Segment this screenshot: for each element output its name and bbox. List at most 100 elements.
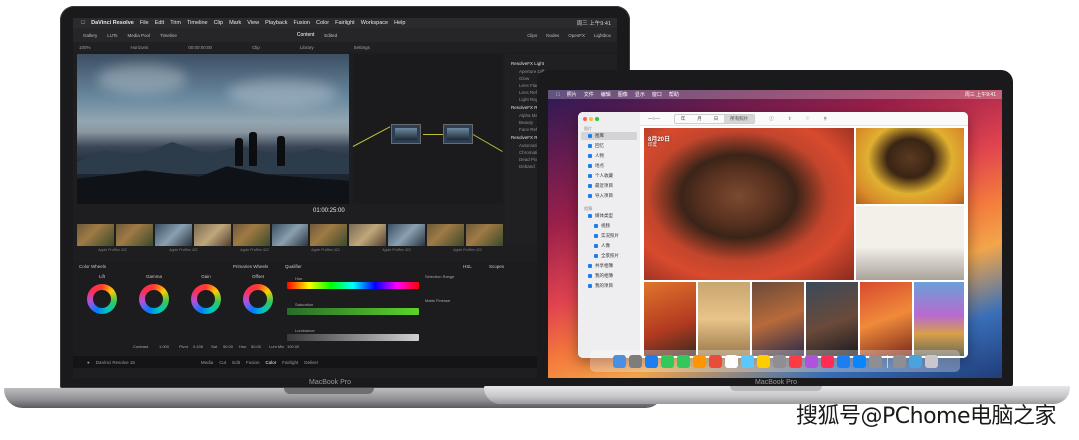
page-fairlight[interactable]: Fairlight xyxy=(282,360,298,365)
dock-app-icon[interactable] xyxy=(740,354,754,368)
clip-thumbnail[interactable] xyxy=(427,224,465,246)
dock-app-icon[interactable] xyxy=(804,354,818,368)
clip-thumbnail[interactable] xyxy=(271,224,309,246)
app-name[interactable]: DaVinci Resolve xyxy=(91,20,134,26)
page-deliver[interactable]: Deliver xyxy=(304,360,318,365)
sidebar-item-imports[interactable]: 导入项目 xyxy=(588,192,613,200)
photo-thumb[interactable] xyxy=(644,282,696,356)
album-media-types[interactable]: 媒体类型 xyxy=(588,212,613,220)
dock-app-icon[interactable] xyxy=(676,354,690,368)
dock-app-icon[interactable] xyxy=(892,354,906,368)
primaries-wheels-title[interactable]: Primaries Wheels xyxy=(233,264,268,269)
menu-photos[interactable]: 照片 xyxy=(567,91,577,98)
toolbar-gallery[interactable]: Gallery xyxy=(83,33,97,38)
dock-app-icon[interactable] xyxy=(868,354,882,368)
sidebar-item-places[interactable]: 地点 xyxy=(588,162,604,170)
dock-app-icon[interactable] xyxy=(756,354,770,368)
video-viewer[interactable] xyxy=(77,54,349,204)
dock-app-icon[interactable] xyxy=(788,354,802,368)
photo-thumb[interactable] xyxy=(806,282,858,356)
heart-icon[interactable]: ♡ xyxy=(806,116,810,122)
menu-view[interactable]: View xyxy=(247,20,259,26)
dock-app-icon[interactable] xyxy=(692,354,706,368)
offset-wheel[interactable] xyxy=(243,284,273,314)
zoom-slider[interactable]: —○— xyxy=(648,116,660,121)
toolbar-media-pool[interactable]: Media Pool xyxy=(128,33,151,38)
lift-wheel[interactable] xyxy=(87,284,117,314)
node-02[interactable] xyxy=(443,124,473,144)
settings-tab[interactable]: Settings xyxy=(354,45,370,50)
dock-app-icon[interactable] xyxy=(908,354,922,368)
sidebar-item-favorites[interactable]: 个人收藏 xyxy=(588,172,613,180)
fx-group-title[interactable]: ResolveFX Light xyxy=(511,61,611,66)
menu-timeline[interactable]: Timeline xyxy=(187,20,208,26)
sidebar-item-people[interactable]: 人物 xyxy=(588,152,604,160)
contrast-value[interactable]: 1.000 xyxy=(159,344,169,349)
photo-portrait-woman[interactable] xyxy=(644,128,854,280)
photo-dancer[interactable] xyxy=(856,206,964,280)
page-color[interactable]: Color xyxy=(265,360,276,365)
toolbar-clips[interactable]: Clips xyxy=(527,33,537,38)
page-edit[interactable]: Edit xyxy=(232,360,240,365)
album-live-photos[interactable]: 实况照片 xyxy=(594,232,619,240)
apple-icon[interactable]:  xyxy=(81,20,85,26)
node-01[interactable] xyxy=(391,124,421,144)
menu-edit[interactable]: Edit xyxy=(155,20,164,26)
menu-help[interactable]: Help xyxy=(394,20,405,26)
menu-view[interactable]: 显示 xyxy=(635,91,645,98)
album-videos[interactable]: 视频 xyxy=(594,222,610,230)
menu-file[interactable]: 文件 xyxy=(584,91,594,98)
menu-file[interactable]: File xyxy=(140,20,149,26)
clip-thumbnail[interactable] xyxy=(232,224,270,246)
dock-app-icon[interactable] xyxy=(628,354,642,368)
sat-value[interactable]: 50.00 xyxy=(223,344,233,349)
toolbar-nodes[interactable]: Nodes xyxy=(546,33,559,38)
photo-thumb[interactable] xyxy=(698,282,750,356)
segment-all-photos[interactable]: 所有照片 xyxy=(724,114,755,123)
photo-thumb[interactable] xyxy=(914,282,964,356)
toolbar-timeline[interactable]: Timeline xyxy=(160,33,177,38)
luminance-qualifier-bar[interactable] xyxy=(287,334,419,341)
menu-edit[interactable]: 编辑 xyxy=(601,91,611,98)
photo-thumb[interactable] xyxy=(860,282,912,356)
album-my-projects[interactable]: 我的项目 xyxy=(588,282,613,290)
hsl-label[interactable]: HSL xyxy=(463,264,472,269)
photo-thumb[interactable] xyxy=(752,282,804,356)
hue-qualifier-bar[interactable] xyxy=(287,282,419,289)
search-icon[interactable]: ⚲ xyxy=(824,116,827,122)
clip-thumbnail[interactable] xyxy=(388,224,426,246)
lum-mix-value[interactable]: 100.00 xyxy=(287,344,299,349)
dock-app-icon[interactable] xyxy=(708,354,722,368)
clip-thumbnail[interactable] xyxy=(193,224,231,246)
apple-icon[interactable]:  xyxy=(556,92,560,98)
segment-year[interactable]: 年 xyxy=(675,115,692,123)
clip-menu[interactable]: Clip xyxy=(252,45,260,50)
node-graph[interactable] xyxy=(352,54,503,204)
sidebar-item-library[interactable]: 图库 xyxy=(581,132,637,140)
menu-fairlight[interactable]: Fairlight xyxy=(335,20,355,26)
hue-value[interactable]: 50.00 xyxy=(251,344,261,349)
photo-portrait-man[interactable] xyxy=(856,128,964,204)
toolbar-luts[interactable]: LUTs xyxy=(107,33,117,38)
toolbar-openfx[interactable]: OpenFX xyxy=(568,33,585,38)
album-panoramas[interactable]: 全景照片 xyxy=(594,252,619,260)
sidebar-item-memories[interactable]: 回忆 xyxy=(588,142,604,150)
library-tab[interactable]: Library xyxy=(300,45,314,50)
menu-workspace[interactable]: Workspace xyxy=(361,20,388,26)
menu-fusion[interactable]: Fusion xyxy=(293,20,310,26)
page-media[interactable]: Media xyxy=(201,360,213,365)
clip-thumbnail[interactable] xyxy=(310,224,348,246)
clip-thumbnail[interactable] xyxy=(466,224,503,246)
menu-clip[interactable]: Clip xyxy=(214,20,223,26)
album-my-albums[interactable]: 我的相簿 xyxy=(588,272,613,280)
page-cut[interactable]: Cut xyxy=(219,360,226,365)
album-shared[interactable]: 共享相簿 xyxy=(588,262,613,270)
album-portrait[interactable]: 人像 xyxy=(594,242,610,250)
gamma-wheel[interactable] xyxy=(139,284,169,314)
clip-thumbnail[interactable] xyxy=(349,224,387,246)
menu-window[interactable]: 窗口 xyxy=(652,91,662,98)
dock-app-icon[interactable] xyxy=(852,354,866,368)
dock-app-icon[interactable] xyxy=(644,354,658,368)
segment-day[interactable]: 日 xyxy=(708,115,725,123)
clip-thumbnail[interactable] xyxy=(154,224,192,246)
